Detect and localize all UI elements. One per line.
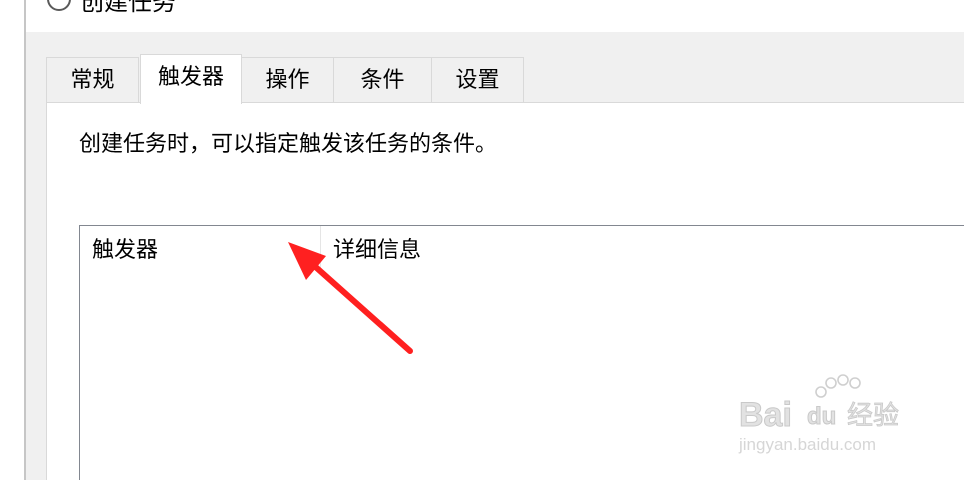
tab-triggers[interactable]: 触发器: [140, 54, 242, 104]
column-header-trigger[interactable]: 触发器: [80, 226, 321, 276]
tab-conditions[interactable]: 条件: [333, 57, 432, 103]
clock-icon: [47, 0, 71, 11]
tab-actions[interactable]: 操作: [241, 57, 334, 103]
triggers-description: 创建任务时，可以指定触发该任务的条件。: [79, 132, 498, 157]
window-title: 创建任务: [80, 0, 176, 16]
tab-general[interactable]: 常规: [46, 57, 139, 103]
triggers-list[interactable]: 触发器 详细信息: [79, 225, 964, 480]
task-dialog-screenshot: 创建任务 常规 触发器 操作 条件 设置 创建任务时，可以指定触发该任务的条件。…: [0, 0, 964, 480]
tab-settings[interactable]: 设置: [431, 57, 524, 103]
column-header-details[interactable]: 详细信息: [321, 226, 964, 276]
triggers-panel: 创建任务时，可以指定触发该任务的条件。 触发器 详细信息: [46, 102, 964, 480]
